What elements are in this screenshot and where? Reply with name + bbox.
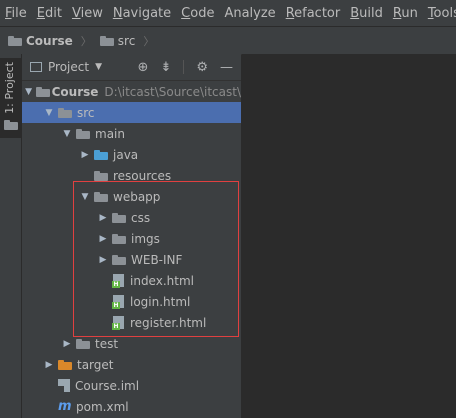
module-folder-icon (36, 86, 51, 97)
menu-analyze[interactable]: Analyze (219, 6, 280, 21)
menu-code[interactable]: Code (176, 6, 219, 21)
menu-build[interactable]: Build (345, 6, 388, 21)
chevron-down-icon[interactable]: ▼ (62, 123, 72, 144)
tree-node-src[interactable]: ▼ src (22, 102, 241, 123)
tree-node-web-inf[interactable]: ▶ WEB-INF (22, 249, 241, 270)
chevron-down-icon[interactable]: ▼ (25, 81, 32, 102)
chevron-down-icon[interactable]: ▼ (44, 102, 54, 123)
gear-icon[interactable]: ⚙ (196, 60, 208, 75)
menu-refactor[interactable]: Refactor (281, 6, 346, 21)
tree-node-register-html[interactable]: H register.html (22, 312, 241, 333)
html-file-icon: H (112, 294, 125, 309)
source-folder-icon (94, 149, 108, 160)
project-panel: Project ▼ ⊕ ⇟ ⚙ — ▼ Course D:\itcast\Sou… (22, 54, 241, 418)
toolbar-divider (183, 60, 185, 74)
dropdown-arrow-icon: ▼ (95, 62, 102, 72)
folder-icon (112, 233, 126, 244)
tree-node-test[interactable]: ▶ test (22, 333, 241, 354)
panel-header: Project ▼ ⊕ ⇟ ⚙ — (22, 54, 241, 81)
excluded-folder-icon (58, 359, 72, 370)
tool-tab-project[interactable]: 1: Project (0, 58, 21, 138)
tree-node-css[interactable]: ▶ css (22, 207, 241, 228)
menu-run[interactable]: Run (388, 6, 423, 21)
chevron-right-icon[interactable]: ▶ (98, 249, 108, 270)
menu-tools[interactable]: Tools (423, 6, 456, 21)
maven-icon: m (58, 399, 72, 414)
html-file-icon: H (112, 273, 125, 288)
tree-node-pom-xml[interactable]: m pom.xml (22, 396, 241, 417)
folder-icon (112, 212, 126, 223)
iml-file-icon (58, 379, 70, 392)
tree-node-target[interactable]: ▶ target (22, 354, 241, 375)
folder-icon (76, 128, 90, 139)
chevron-right-icon: 〉 (80, 34, 92, 48)
menu-view[interactable]: View (67, 6, 108, 21)
view-selector[interactable]: Project ▼ (22, 60, 102, 74)
project-folder-icon (8, 35, 22, 46)
breadcrumb-project[interactable]: Course 〉 (0, 33, 92, 49)
chevron-right-icon[interactable]: ▶ (80, 144, 90, 165)
tree-node-course[interactable]: ▼ Course D:\itcast\Source\itcast\ (22, 81, 241, 102)
folder-icon (94, 191, 108, 202)
chevron-right-icon[interactable]: ▶ (44, 354, 54, 375)
folder-icon (76, 338, 90, 349)
menu-navigate[interactable]: Navigate (108, 6, 176, 21)
scroll-from-source-icon[interactable]: ⊕ (138, 60, 149, 75)
menu-file[interactable]: File (0, 6, 32, 21)
breadcrumb-folder[interactable]: src 〉 (92, 33, 155, 49)
tree-node-imgs[interactable]: ▶ imgs (22, 228, 241, 249)
folder-icon (112, 254, 126, 265)
menu-edit[interactable]: Edit (32, 6, 67, 21)
tree-node-login-html[interactable]: H login.html (22, 291, 241, 312)
collapse-all-icon[interactable]: ⇟ (160, 60, 171, 75)
tree-node-course-iml[interactable]: Course.iml (22, 375, 241, 396)
tree-node-resources[interactable]: resources (22, 165, 241, 186)
tree-node-java[interactable]: ▶ java (22, 144, 241, 165)
folder-icon (58, 107, 72, 118)
tree-node-index-html[interactable]: H index.html (22, 270, 241, 291)
chevron-right-icon: 〉 (143, 34, 155, 48)
chevron-down-icon[interactable]: ▼ (80, 186, 90, 207)
hide-icon[interactable]: — (220, 60, 233, 75)
menu-bar: File Edit View Navigate Code Analyze Ref… (0, 0, 456, 26)
tree-node-main[interactable]: ▼ main (22, 123, 241, 144)
chevron-right-icon[interactable]: ▶ (98, 228, 108, 249)
folder-icon (99, 35, 114, 46)
project-view-icon (30, 62, 42, 72)
editor-area[interactable] (242, 54, 456, 418)
html-file-icon: H (112, 315, 125, 330)
breadcrumb: Course 〉 src 〉 (0, 26, 456, 55)
resources-folder-icon (94, 170, 108, 181)
folder-icon (4, 120, 18, 130)
tree-node-webapp[interactable]: ▼ webapp (22, 186, 241, 207)
chevron-right-icon[interactable]: ▶ (62, 333, 72, 354)
chevron-right-icon[interactable]: ▶ (98, 207, 108, 228)
